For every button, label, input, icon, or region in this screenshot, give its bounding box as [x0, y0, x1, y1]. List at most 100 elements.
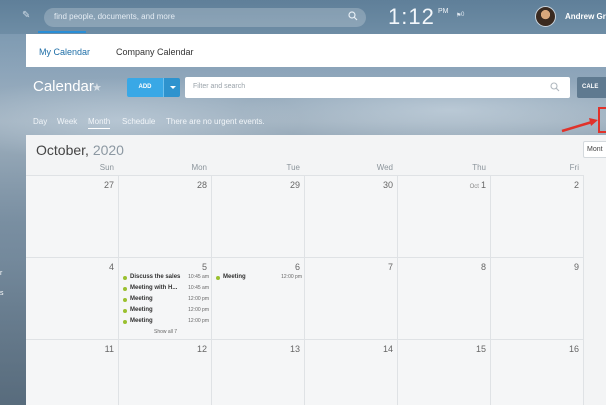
day-value: 14 — [382, 344, 393, 354]
day-value: 29 — [289, 180, 300, 190]
calendar-day-cell[interactable]: 9 — [491, 257, 584, 339]
calendar-day-cell[interactable]: 13 — [212, 339, 305, 405]
calendar-day-cell[interactable]: 29 — [212, 175, 305, 257]
show-all-link[interactable]: Show all 7 — [154, 329, 177, 335]
month-name: October, — [36, 142, 89, 158]
calendar-event[interactable]: Meeting 12:00 pm — [216, 274, 302, 283]
clock-ampm: PM — [438, 8, 449, 15]
calendar-day-cell[interactable]: 6 Meeting 12:00 pm — [212, 257, 305, 339]
calendar-day-cell[interactable]: 7 — [305, 257, 398, 339]
weekday-header: Sun — [99, 163, 114, 172]
day-number: 15 — [476, 344, 486, 354]
day-number: 27 — [104, 180, 114, 190]
add-dropdown-button[interactable] — [163, 78, 180, 97]
calendar-event[interactable]: Discuss the sales 10:45 am — [123, 274, 209, 283]
search-icon — [348, 11, 358, 21]
day-value: 11 — [104, 344, 114, 354]
search-icon — [550, 82, 560, 92]
clock-time: 1:12 — [388, 4, 435, 29]
calendar-tabs: My Calendar Company Calendar — [26, 34, 606, 67]
tab-my-calendar[interactable]: My Calendar — [39, 47, 90, 57]
weekday-header: Wed — [376, 163, 393, 172]
day-value: 2 — [573, 180, 579, 190]
day-number: 4 — [109, 262, 114, 272]
event-dot-icon — [123, 309, 127, 313]
day-number: 29 — [290, 180, 300, 190]
calendar-day-cell[interactable]: 16 — [491, 339, 584, 405]
calendar-panel: October, 2020 Mont Sun Mon Tue Wed Thu F… — [26, 135, 606, 405]
calendar-day-cell[interactable]: 30 — [305, 175, 398, 257]
page-title: Calendar — [33, 78, 94, 95]
day-number: 6 — [295, 262, 300, 272]
weekday-header: Mon — [191, 163, 207, 172]
day-number: 7 — [388, 262, 393, 272]
view-select[interactable]: Mont — [583, 141, 606, 158]
day-value: 15 — [475, 344, 486, 354]
calendar-day-cell[interactable]: 11 — [26, 339, 119, 405]
calendar-day-cell[interactable]: Oct 1 — [398, 175, 491, 257]
day-number: 30 — [383, 180, 393, 190]
event-title: Meeting — [130, 307, 153, 313]
calendar-day-cell[interactable]: 5 Discuss the sales 10:45 am Meeting with H… — [119, 257, 212, 339]
calendar-event[interactable]: Meeting 12:00 pm — [123, 307, 209, 316]
day-value: 6 — [294, 262, 300, 272]
add-button[interactable]: ADD — [127, 78, 163, 97]
filter-search-input[interactable]: Filter and search — [185, 77, 570, 98]
view-week[interactable]: Week — [57, 117, 77, 126]
event-time: 12:00 pm — [281, 274, 302, 280]
day-value: 4 — [108, 262, 114, 272]
tab-company-calendar[interactable]: Company Calendar — [116, 47, 194, 57]
day-value: 13 — [289, 344, 300, 354]
day-number: 2 — [574, 180, 579, 190]
active-tab-indicator — [38, 31, 86, 33]
event-time: 12:00 pm — [188, 307, 209, 313]
day-value: 27 — [103, 180, 114, 190]
day-number: 9 — [574, 262, 579, 272]
event-title: Discuss the sales — [130, 274, 181, 280]
annotation-highlight-box — [598, 107, 606, 133]
view-schedule[interactable]: Schedule — [122, 117, 155, 126]
pencil-icon[interactable]: ✎ — [22, 11, 32, 21]
calendar-event[interactable]: Meeting 12:00 pm — [123, 318, 209, 327]
month-grid: 27 28 29 30 Oct 1 2 4 5 Discuss the sales 10:45 am… — [26, 175, 606, 405]
calendar-day-cell[interactable]: 8 — [398, 257, 491, 339]
avatar[interactable] — [535, 6, 556, 27]
month-title: October, 2020 — [36, 142, 124, 158]
day-value: 9 — [573, 262, 579, 272]
day-number: 12 — [197, 344, 207, 354]
calendar-day-cell[interactable]: 27 — [26, 175, 119, 257]
day-value: 8 — [480, 262, 486, 272]
user-name[interactable]: Andrew Gri — [565, 12, 606, 21]
event-dot-icon — [216, 276, 220, 280]
global-search-input[interactable]: find people, documents, and more — [44, 8, 366, 27]
calendar-day-cell[interactable]: 15 — [398, 339, 491, 405]
day-number: 28 — [197, 180, 207, 190]
calendars-button[interactable]: CALE — [577, 77, 606, 98]
event-time: 12:00 pm — [188, 318, 209, 324]
day-value: 1 — [480, 180, 486, 190]
day-value: 7 — [387, 262, 393, 272]
star-icon[interactable]: ★ — [92, 81, 102, 94]
sidebar-edge-label: r — [0, 270, 3, 277]
weekday-header: Tue — [286, 163, 301, 172]
day-number: 8 — [481, 262, 486, 272]
view-month[interactable]: Month — [88, 117, 111, 129]
calendar-day-cell[interactable]: 28 — [119, 175, 212, 257]
event-dot-icon — [123, 287, 127, 291]
calendar-day-cell[interactable]: 4 — [26, 257, 119, 339]
day-value: 30 — [382, 180, 393, 190]
calendar-day-cell[interactable]: 14 — [305, 339, 398, 405]
chevron-down-icon — [170, 86, 176, 89]
calendar-event[interactable]: Meeting 12:00 pm — [123, 296, 209, 305]
event-title: Meeting — [130, 318, 153, 324]
calendar-day-cell[interactable]: 2 — [491, 175, 584, 257]
day-number: 5 — [202, 262, 207, 272]
day-number: 13 — [290, 344, 300, 354]
month-prefix: Oct — [469, 184, 479, 190]
calendar-day-cell[interactable]: 12 — [119, 339, 212, 405]
day-value: 12 — [196, 344, 207, 354]
event-title: Meeting — [130, 296, 153, 302]
year: 2020 — [92, 142, 124, 158]
calendar-event[interactable]: Meeting with H... 10:45 am — [123, 285, 209, 294]
view-day[interactable]: Day — [33, 117, 47, 126]
